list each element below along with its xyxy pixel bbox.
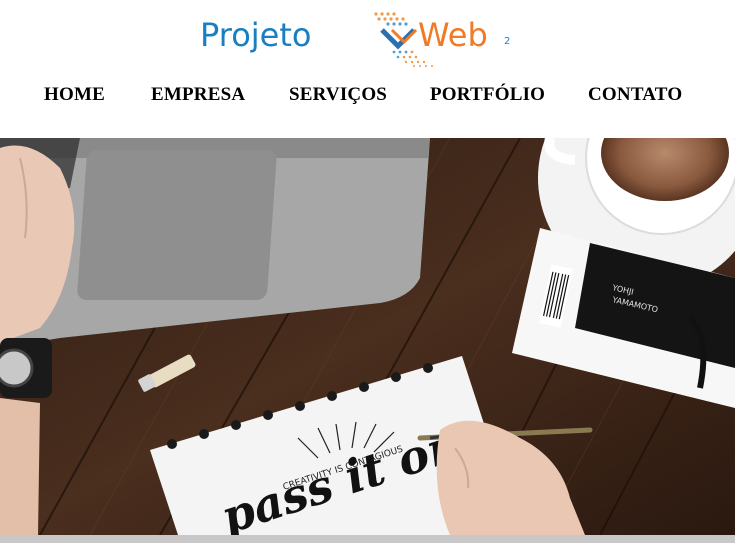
logo-text-projeto: Projeto xyxy=(200,16,311,54)
main-nav: HOME EMPRESA SERVIÇOS PORTFÓLIO CONTATO xyxy=(0,84,735,114)
nav-item-home[interactable]: HOME xyxy=(44,84,105,106)
hero-image: YOHJI YAMAMOTO CREATIVITY IS CONTAGIOUS xyxy=(0,138,735,535)
nav-item-portfolio[interactable]: PORTFÓLIO xyxy=(430,84,545,106)
nav-item-contato[interactable]: CONTATO xyxy=(588,84,682,106)
site-logo[interactable]: Projeto Web 2 xyxy=(198,6,528,68)
logo-text-web: Web xyxy=(418,16,488,54)
logo-chevron-icon xyxy=(380,28,418,50)
nav-item-servicos[interactable]: SERVIÇOS xyxy=(289,84,387,106)
logo-graphic: Projeto Web 2 xyxy=(200,12,510,67)
section-divider xyxy=(0,535,735,543)
logo-superscript: 2 xyxy=(504,36,510,47)
hero-banner: YOHJI YAMAMOTO CREATIVITY IS CONTAGIOUS xyxy=(0,138,735,535)
nav-item-empresa[interactable]: EMPRESA xyxy=(151,84,245,106)
